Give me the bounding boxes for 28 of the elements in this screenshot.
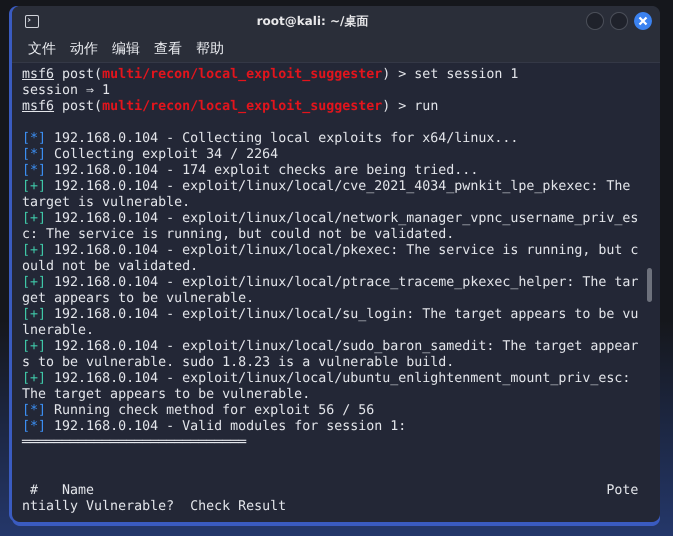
- prompt-line: msf6 post(multi/recon/local_exploit_suggester) > run: [22, 99, 440, 115]
- status-line: [*] 192.168.0.104 - Collecting local exploits for x64/linux...: [22, 131, 520, 147]
- prompt-line: msf6 post(multi/recon/local_exploit_suggester) > set session 1: [22, 67, 520, 83]
- menu-item[interactable]: 帮助: [196, 40, 224, 58]
- window-title: root@kali: ~/桌面: [256, 12, 370, 30]
- minimize-button[interactable]: [586, 12, 604, 30]
- close-icon[interactable]: [634, 12, 652, 30]
- output-line: # Name Potentially Vulnerable? Check Result: [22, 483, 640, 515]
- status-line: [*] Collecting exploit 34 / 2264: [22, 147, 280, 163]
- status-line: [*] Running check method for exploit 56 / 56: [22, 403, 376, 419]
- status-line: [+] 192.168.0.104 - exploit/linux/local/cve_2021_4034_pwnkit_lpe_pkexec: The target is vulnerable.: [22, 179, 632, 211]
- terminal-icon: [25, 14, 39, 28]
- status-line: [*] 192.168.0.104 - Valid modules for session 1:: [22, 419, 408, 435]
- status-line: [+] 192.168.0.104 - exploit/linux/local/ptrace_traceme_pkexec_helper: The target appears to be vulnerable.: [22, 275, 640, 307]
- output-line: ════════════════════════════: [22, 435, 248, 451]
- menu-item[interactable]: 编辑: [112, 40, 140, 58]
- output-line: session ⇒ 1: [22, 83, 112, 99]
- menu-item[interactable]: 查看: [154, 40, 182, 58]
- status-line: [*] 192.168.0.104 - 174 exploit checks are being tried...: [22, 163, 480, 179]
- maximize-button[interactable]: [610, 12, 628, 30]
- menu-item[interactable]: 动作: [70, 40, 98, 58]
- menu-item[interactable]: 文件: [28, 40, 56, 58]
- status-line: [+] 192.168.0.104 - exploit/linux/local/pkexec: The service is running, but could not be validated.: [22, 243, 640, 275]
- status-line: [+] 192.168.0.104 - exploit/linux/local/su_login: The target appears to be vulnerable.: [22, 307, 640, 339]
- status-line: [+] 192.168.0.104 - exploit/linux/local/sudo_baron_samedit: The target appears to be vulnerable. sudo 1.8.23 is a vulnerable build.: [22, 339, 640, 371]
- status-line: [+] 192.168.0.104 - exploit/linux/local/ubuntu_enlightenment_mount_priv_esc: The target appears to be vulnerable.: [22, 371, 632, 403]
- scrollbar-thumb[interactable]: [647, 268, 652, 302]
- status-line: [+] 192.168.0.104 - exploit/linux/local/network_manager_vpnc_username_priv_esc: The service is running, but could not be validated.: [22, 211, 640, 243]
